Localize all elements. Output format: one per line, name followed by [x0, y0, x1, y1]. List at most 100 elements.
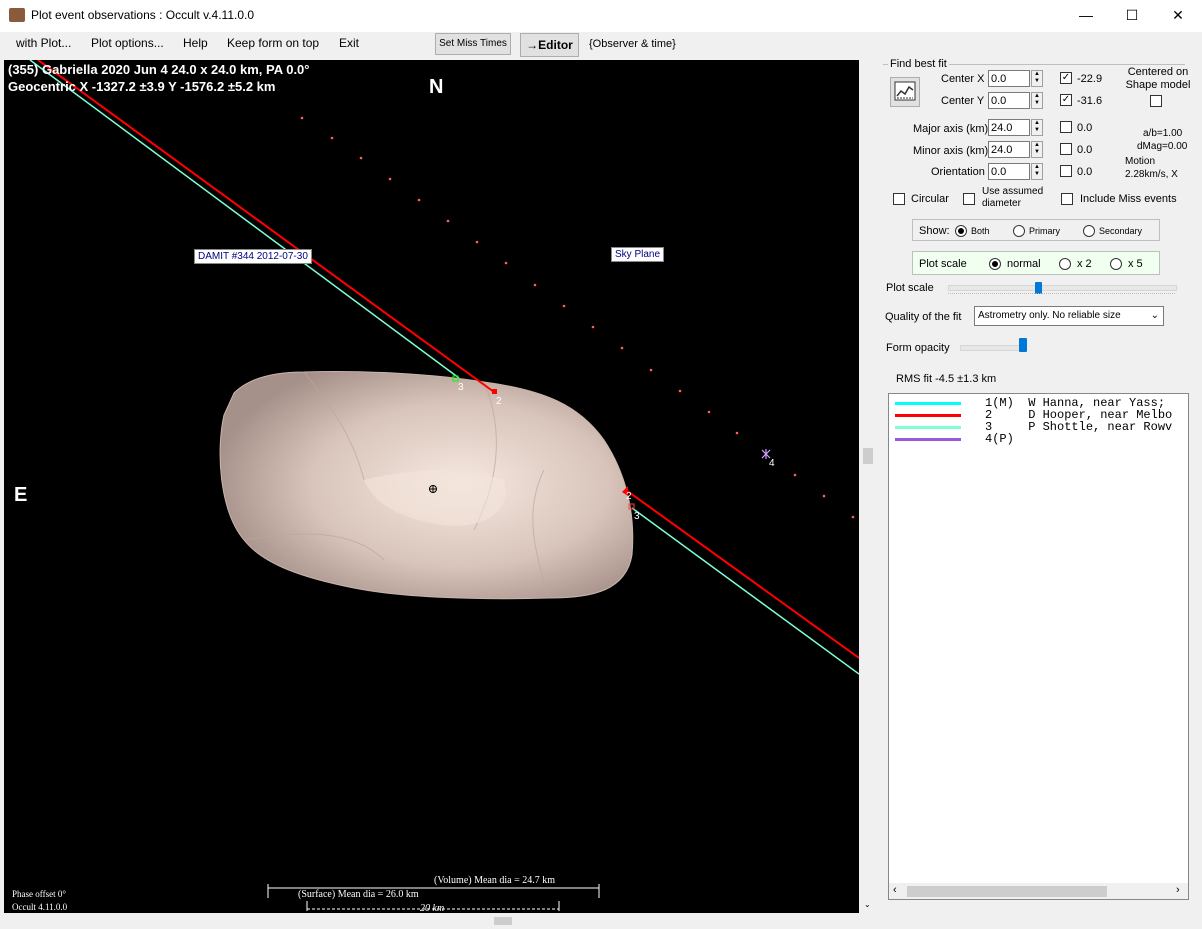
east-label: E [14, 484, 28, 506]
scale-x5-radio[interactable] [1110, 258, 1122, 270]
vertical-scroll-thumb[interactable] [863, 448, 873, 464]
observer-swatch-2 [895, 414, 961, 417]
include-miss-events-label: Include Miss events [1080, 193, 1177, 205]
ab-ratio-label: a/b=1.00 [1143, 128, 1183, 139]
plot-header-line1: (355) Gabriella 2020 Jun 4 24.0 x 24.0 k… [8, 62, 310, 77]
surface-diameter-label: (Surface) Mean dia = 26.0 km [298, 889, 419, 900]
quality-of-fit-value: Astrometry only. No reliable size [978, 310, 1121, 321]
plot-svg: 3 2 2 3 4 [29, 60, 859, 911]
plot-scale-group-label: Plot scale [919, 258, 967, 270]
chord-label-3a: 3 [458, 382, 464, 393]
plot-horizontal-scrollbar[interactable] [4, 913, 859, 929]
include-miss-events-checkbox[interactable] [1061, 193, 1073, 205]
center-x-spinner[interactable]: ▲ ▼ [1031, 70, 1043, 87]
chord-line-2-entry [37, 60, 495, 393]
menu-plot-options[interactable]: Plot options... [91, 36, 164, 50]
minor-axis-checkbox[interactable] [1060, 143, 1072, 155]
chord-label-2a: 2 [496, 396, 502, 407]
minor-axis-result: 0.0 [1077, 144, 1093, 156]
major-axis-spinner[interactable]: ▲ ▼ [1031, 119, 1043, 136]
set-miss-times-button[interactable]: Set Miss Times [435, 33, 511, 55]
show-both-label: Both [971, 226, 990, 236]
center-x-result: -22.9 [1077, 73, 1103, 85]
use-assumed-diameter-label: Use assumed diameter [982, 186, 1044, 209]
rms-fit-label: RMS fit -4.5 ±1.3 km [896, 373, 997, 385]
sky-plane-label: Sky Plane [611, 247, 665, 262]
form-opacity-label: Form opacity [886, 342, 950, 354]
observer-swatch-3 [895, 426, 961, 429]
orientation-spinner[interactable]: ▲ ▼ [1031, 163, 1043, 180]
circular-checkbox[interactable] [893, 193, 905, 205]
quality-of-fit-select[interactable]: Astrometry only. No reliable size ⌄ [974, 306, 1164, 326]
plot-vertical-scrollbar[interactable]: ⌄ [860, 60, 877, 913]
show-secondary-radio[interactable] [1083, 225, 1095, 237]
menu-with-plot[interactable]: with Plot... [16, 36, 71, 50]
app-icon [9, 8, 25, 22]
center-x-input[interactable]: 0.0 [988, 70, 1030, 87]
show-primary-radio[interactable] [1013, 225, 1025, 237]
fit-chart-icon [894, 81, 916, 101]
chord-label-2b: 2 [626, 491, 632, 502]
scroll-right-arrow-icon[interactable]: › [1176, 884, 1180, 896]
show-primary-label: Primary [1029, 226, 1060, 236]
major-axis-result: 0.0 [1077, 122, 1093, 134]
quality-of-fit-label: Quality of the fit [885, 311, 962, 323]
observer-swatch-4 [895, 438, 961, 441]
scale-x2-radio[interactable] [1059, 258, 1071, 270]
close-button[interactable]: ✕ [1155, 0, 1201, 32]
orientation-checkbox[interactable] [1060, 165, 1072, 177]
menu-exit[interactable]: Exit [339, 36, 359, 50]
editor-button[interactable]: →Editor [520, 33, 579, 57]
chord-line-3-exit [631, 507, 859, 675]
scroll-down-arrow-icon[interactable]: ⌄ [864, 900, 871, 909]
circular-label: Circular [911, 193, 949, 205]
chevron-down-icon: ⌄ [1150, 310, 1159, 321]
major-axis-input[interactable]: 24.0 [988, 119, 1030, 136]
use-assumed-diameter-checkbox[interactable] [963, 193, 975, 205]
list-item[interactable]: 4(P) [985, 433, 1014, 445]
center-y-result: -31.6 [1077, 95, 1103, 107]
center-y-input[interactable]: 0.0 [988, 92, 1030, 109]
orientation-input[interactable]: 0.0 [988, 163, 1030, 180]
damit-label: DAMIT #344 2012-07-30 [194, 249, 312, 264]
menu-keep-form-on-top[interactable]: Keep form on top [227, 36, 319, 50]
chord-label-3b: 3 [634, 511, 640, 522]
form-opacity-slider[interactable] [960, 345, 1027, 351]
list-horizontal-scrollbar[interactable]: ‹ › [889, 883, 1188, 899]
motion-label: Motion [1125, 156, 1156, 167]
plot-scale-slider[interactable] [948, 285, 1177, 291]
scale-normal-radio[interactable] [989, 258, 1001, 270]
menu-help[interactable]: Help [183, 36, 208, 50]
minor-axis-spinner[interactable]: ▲ ▼ [1031, 141, 1043, 158]
major-axis-checkbox[interactable] [1060, 121, 1072, 133]
scroll-left-arrow-icon[interactable]: ‹ [893, 884, 897, 896]
horizontal-scroll-thumb[interactable] [494, 917, 512, 925]
scale-bar-label: 20 km [420, 903, 445, 913]
center-y-checkbox[interactable]: ✓ [1060, 94, 1072, 106]
plot-scale-group: Plot scale normal x 2 x 5 [912, 251, 1160, 275]
phase-offset-label: Phase offset 0° [12, 889, 66, 899]
centered-on-shape-model-checkbox[interactable] [1150, 95, 1162, 107]
scale-x2-label: x 2 [1077, 258, 1092, 270]
minor-axis-input[interactable]: 24.0 [988, 141, 1030, 158]
centered-on-shape-model-label: Centered on Shape model [1125, 66, 1191, 91]
center-x-label: Center X [941, 73, 985, 85]
chord-line-2-exit [625, 489, 859, 659]
observer-time-label[interactable]: {Observer & time} [589, 38, 676, 50]
show-both-radio[interactable] [955, 225, 967, 237]
plot-scale-slider-label: Plot scale [886, 282, 934, 294]
maximize-button[interactable]: ☐ [1109, 0, 1155, 32]
dmag-label: dMag=0.00 [1137, 141, 1188, 152]
find-best-fit-button[interactable] [890, 77, 920, 107]
observer-list[interactable]: 1(M) W Hanna, near Yass; 2 D Hooper, nea… [888, 393, 1189, 900]
plot-header-line2: Geocentric X -1327.2 ±3.9 Y -1576.2 ±5.2… [8, 79, 276, 94]
center-x-checkbox[interactable]: ✓ [1060, 72, 1072, 84]
chord-line-3-entry [29, 60, 460, 379]
chord-label-4: 4 [769, 458, 775, 469]
center-y-spinner[interactable]: ▲ ▼ [1031, 92, 1043, 109]
minimize-button[interactable]: — [1063, 0, 1109, 32]
plot-canvas[interactable]: 3 2 2 3 4 (355) Gabriella 2020 Jun 4 24.… [4, 60, 859, 913]
list-scroll-thumb[interactable] [907, 886, 1107, 897]
form-opacity-slider-thumb[interactable] [1019, 338, 1027, 352]
center-y-label: Center Y [941, 95, 985, 107]
